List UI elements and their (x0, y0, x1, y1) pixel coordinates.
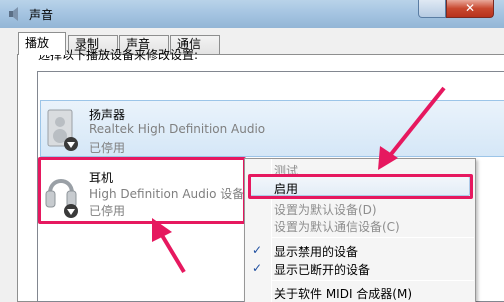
window-title: 声音 (29, 8, 54, 22)
device-description: Realtek High Definition Audio (89, 122, 266, 136)
menu-separator (272, 237, 474, 238)
menu-item-set-default[interactable]: 设置为默认设备(D) (274, 201, 377, 218)
check-icon: ✓ (252, 261, 263, 275)
minimize-button[interactable] (418, 0, 446, 18)
speaker-icon (47, 109, 78, 151)
close-button[interactable]: ✕ (446, 0, 494, 18)
menu-item-show-disabled[interactable]: 显示禁用的设备 (274, 243, 358, 260)
title-bar: 声音 ✕ (0, 0, 504, 28)
speaker-app-icon (9, 7, 18, 21)
menu-item-set-default-comm[interactable]: 设置为默认通信设备(C) (274, 218, 400, 235)
menu-item-show-disconnected[interactable]: 显示已断开的设备 (274, 261, 370, 278)
highlight-box-headphones (38, 157, 246, 224)
device-name: 扬声器 (89, 108, 126, 122)
menu-separator (272, 280, 474, 281)
device-state: 已停用 (89, 141, 126, 155)
tab-playback[interactable]: 播放 (18, 32, 66, 55)
highlight-box-enable (248, 174, 473, 199)
menu-item-about-midi[interactable]: 关于软件 MIDI 合成器(M) (274, 285, 412, 302)
check-icon: ✓ (252, 243, 263, 257)
